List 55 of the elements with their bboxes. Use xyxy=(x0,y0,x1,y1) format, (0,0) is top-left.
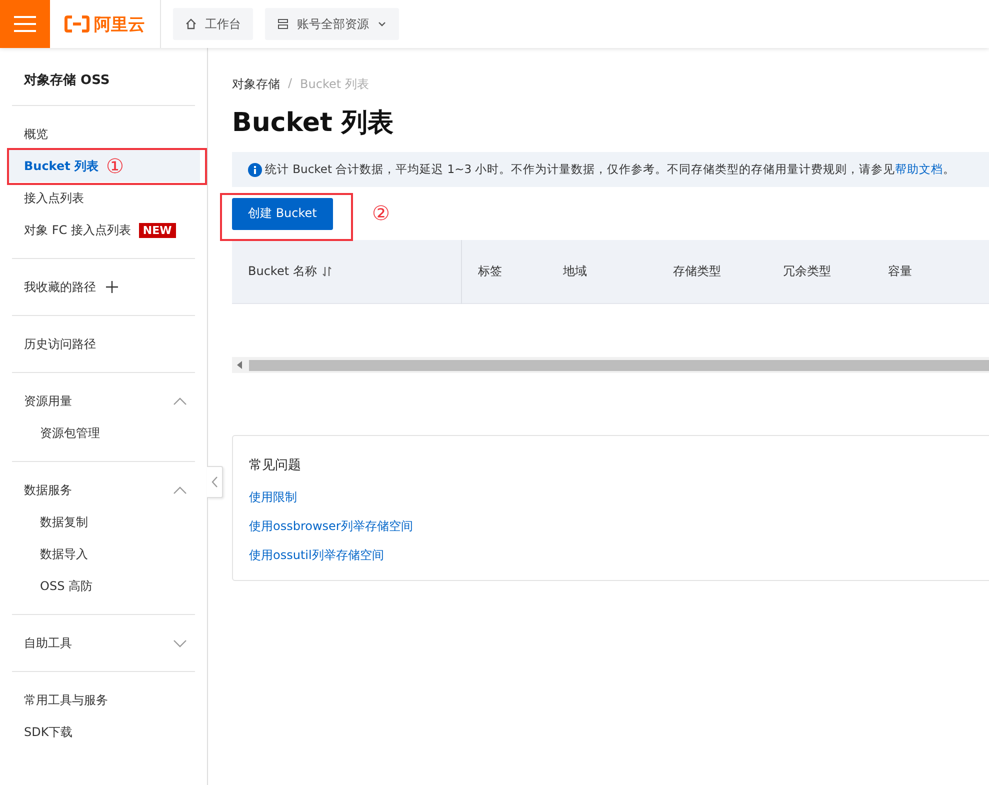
sidebar-item[interactable]: 我收藏的路径 xyxy=(7,271,200,303)
sort-icon[interactable] xyxy=(322,266,332,277)
sidebar-item[interactable]: 接入点列表 xyxy=(7,182,200,214)
faq-link[interactable]: 使用ossutil列举存储空间 xyxy=(249,547,384,564)
scroll-left-icon[interactable] xyxy=(237,361,243,369)
page-title: Bucket 列表 xyxy=(232,107,394,140)
plus-icon xyxy=(106,281,118,293)
sidebar-item[interactable]: 数据服务 xyxy=(7,474,200,506)
faq-link[interactable]: 使用ossbrowser列举存储空间 xyxy=(249,518,413,535)
notice-text: 统计 Bucket 合计数据，平均延迟 1~3 小时。不作为计量数据，仅作参考。不同存储类型的存储用量计费规则，请参见帮助文档。 xyxy=(265,162,956,177)
sidebar-item[interactable]: 对象 FC 接入点列表 NEW xyxy=(7,214,200,246)
chevron-up-icon xyxy=(173,486,187,494)
column-header: 地域 xyxy=(563,263,587,280)
annotation-number: ② xyxy=(372,202,390,224)
sidebar-title: 对象存储 OSS xyxy=(22,72,111,89)
logo-icon xyxy=(64,15,90,33)
faq-link[interactable]: 使用限制 xyxy=(249,489,297,506)
horizontal-scrollbar[interactable] xyxy=(232,357,989,373)
menu-button[interactable] xyxy=(0,0,50,48)
collapse-handle[interactable] xyxy=(207,466,223,498)
sidebar-item[interactable]: 常用工具与服务 xyxy=(7,684,200,716)
nav-button[interactable]: 工作台 xyxy=(173,8,253,40)
sidebar-item[interactable]: 概览 xyxy=(7,118,200,150)
annotation-number: ① xyxy=(106,155,124,177)
column-header[interactable]: Bucket 名称 xyxy=(248,263,317,280)
logo-text: 阿里云 xyxy=(94,14,145,36)
create-bucket-button[interactable]: 创建 Bucket xyxy=(232,198,333,230)
sidebar-item[interactable]: 自助工具 xyxy=(7,627,200,659)
sidebar-subitem[interactable]: 数据复制 xyxy=(7,506,200,538)
sidebar-item[interactable]: 历史访问路径 xyxy=(7,328,200,360)
sidebar-subitem[interactable]: OSS 高防 xyxy=(7,570,200,602)
list-icon xyxy=(277,18,289,30)
sidebar-item[interactable]: 资源用量 xyxy=(7,385,200,417)
column-header: 存储类型 xyxy=(673,263,721,280)
sidebar-subitem[interactable]: 数据导入 xyxy=(7,538,200,570)
breadcrumb-separator: / xyxy=(288,76,292,92)
chevron-down-icon xyxy=(377,20,387,28)
nav-button[interactable]: 账号全部资源 xyxy=(265,8,399,40)
column-header: 容量 xyxy=(888,263,912,280)
faq-title: 常见问题 xyxy=(249,457,301,474)
column-header: 标签 xyxy=(478,263,502,280)
column-header: 冗余类型 xyxy=(783,263,831,280)
chevron-up-icon xyxy=(173,396,187,406)
help-doc-link[interactable]: 帮助文档 xyxy=(895,162,944,176)
info-icon xyxy=(248,162,262,176)
sidebar-subitem[interactable]: 资源包管理 xyxy=(7,417,200,449)
chevron-left-icon xyxy=(210,476,218,488)
breadcrumb-item[interactable]: 对象存储 xyxy=(232,76,280,93)
scrollbar-thumb[interactable] xyxy=(249,360,989,370)
new-badge: NEW xyxy=(138,222,176,238)
breadcrumb-item: Bucket 列表 xyxy=(300,76,369,93)
home-icon xyxy=(185,18,197,30)
menu-icon xyxy=(14,15,36,33)
sidebar-item[interactable]: SDK下载 xyxy=(7,716,200,748)
chevron-down-icon xyxy=(173,638,187,648)
